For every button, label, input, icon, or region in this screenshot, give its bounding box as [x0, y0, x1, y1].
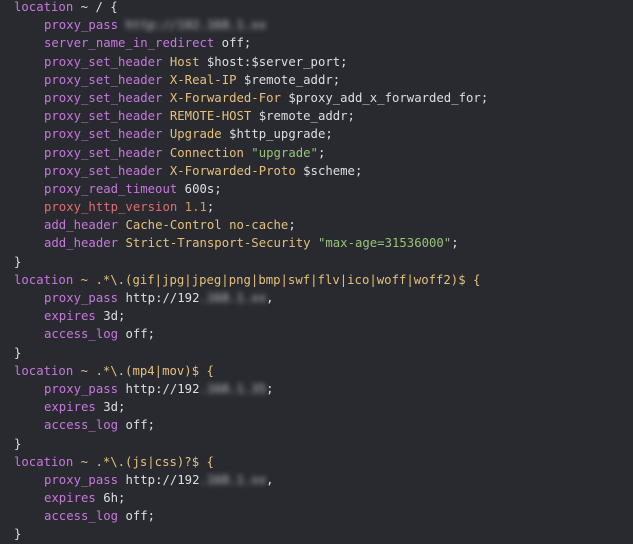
directive-line: add_header Strict-Transport-Security "ma… — [44, 236, 459, 251]
block-close-line: } — [14, 254, 22, 269]
directive-line: proxy_http_version 1.1; — [44, 200, 215, 215]
directive-line: add_header Cache-Control no-cache; — [44, 218, 296, 233]
directive-line: expires 3d; — [44, 309, 126, 324]
directive-line: proxy_set_header X-Forwarded-For $proxy_… — [44, 90, 489, 105]
directive-line: proxy_set_header Connection "upgrade"; — [44, 145, 326, 160]
directive-line: proxy_set_header X-Real-IP $remote_addr; — [44, 72, 341, 87]
block-close-line: } — [14, 527, 22, 542]
directive-line: proxy_pass http://192.168.1.35; — [44, 381, 274, 396]
directive-line: proxy_pass http://192.168.1.xx, — [44, 472, 274, 487]
directive-line: access_log off; — [44, 418, 156, 433]
directive-line: proxy_pass http://192.168.1.xx, — [44, 291, 274, 305]
directive-line: proxy_set_header Upgrade $http_upgrade; — [44, 127, 333, 142]
redacted-address: .168.1.xx — [199, 291, 267, 305]
redacted-address: .168.1.35 — [199, 381, 267, 396]
directive-line: server_name_in_redirect off; — [44, 36, 252, 51]
block-close-line: } — [14, 345, 22, 360]
directive-line: access_log off; — [44, 509, 156, 524]
directive-line: expires 3d; — [44, 400, 126, 415]
redacted-address: .168.1.xx — [199, 472, 267, 487]
block-close-line: } — [14, 436, 22, 451]
location-line: location ~ .*\.(js|css)?$ { — [14, 454, 214, 469]
location-line: location ~ / { — [14, 0, 118, 14]
redacted-address: http://192.168.1.xx — [125, 18, 267, 33]
location-line: location ~ .*\.(mp4|mov)$ { — [14, 363, 214, 378]
directive-line: proxy_set_header REMOTE-HOST $remote_add… — [44, 109, 355, 124]
directive-line: access_log off; — [44, 327, 156, 342]
location-line: location ~ .*\.(gif|jpg|jpeg|png|bmp|swf… — [14, 272, 481, 287]
directive-line: proxy_set_header Host $host:$server_port… — [44, 54, 348, 69]
directive-line: expires 6h; — [44, 491, 126, 506]
directive-line: proxy_set_header X-Forwarded-Proto $sche… — [44, 163, 363, 178]
code-editor[interactable]: location ~ / { proxy_pass http://192.168… — [14, 0, 629, 544]
directive-line: proxy_pass http://192.168.1.xx — [44, 18, 267, 33]
directive-line: proxy_read_timeout 600s; — [44, 181, 222, 196]
